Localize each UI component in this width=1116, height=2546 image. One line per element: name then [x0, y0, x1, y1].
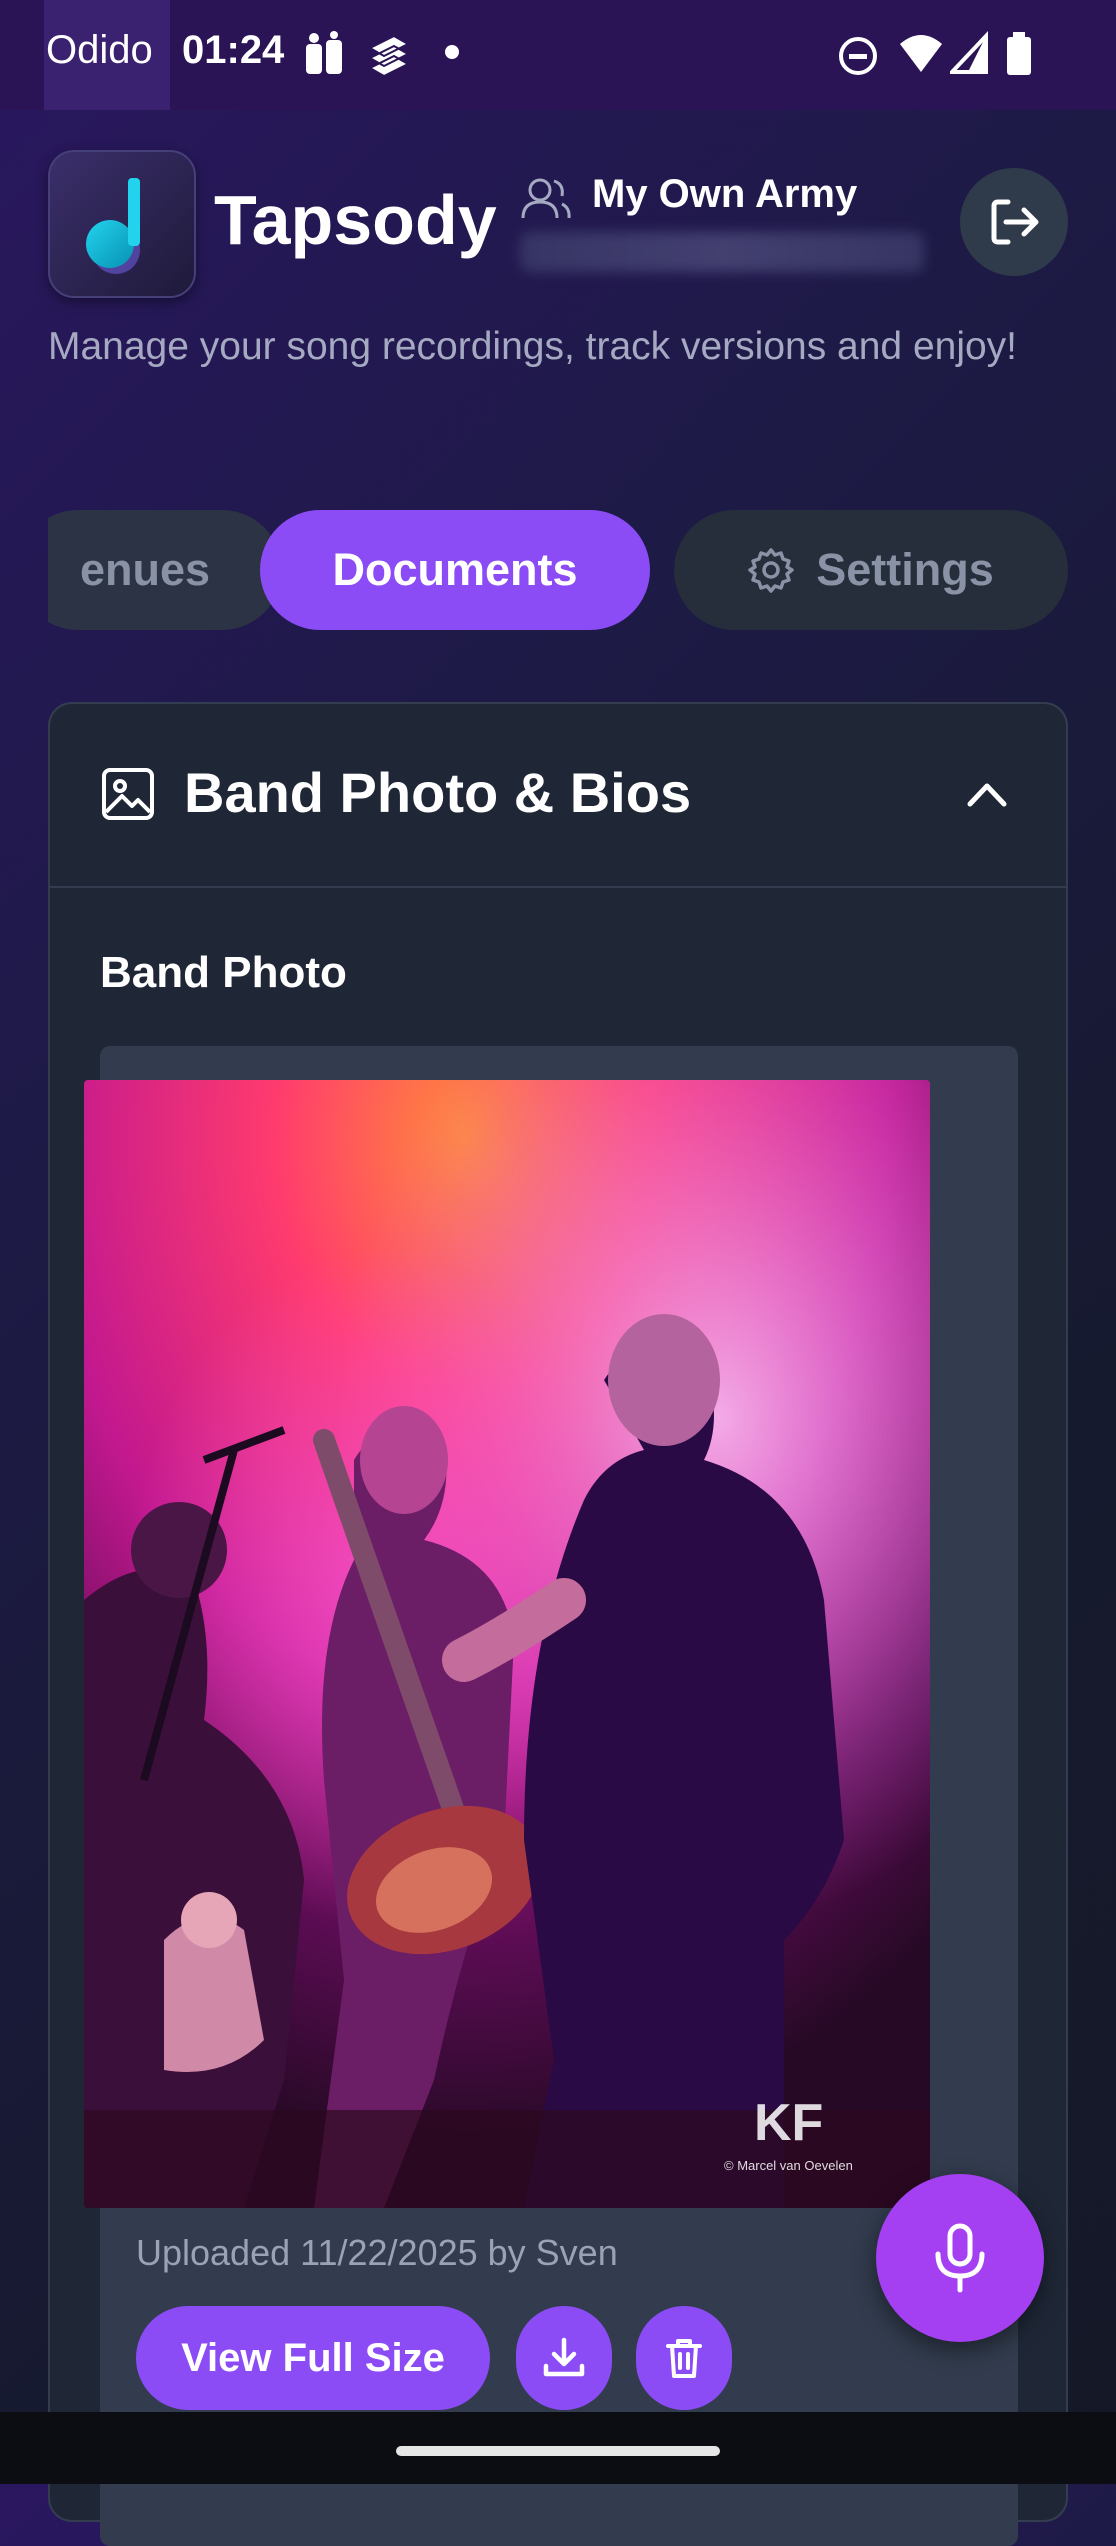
- view-full-size-button[interactable]: View Full Size: [136, 2306, 490, 2410]
- card-header[interactable]: Band Photo & Bios: [50, 704, 1066, 888]
- app-name: Tapsody: [214, 181, 497, 259]
- tab-label: Settings: [816, 544, 994, 595]
- account-email-redacted: [520, 232, 924, 272]
- trash-icon: [666, 2339, 702, 2378]
- app-logo: [48, 150, 196, 298]
- tab-bar[interactable]: enues Documents Settings: [48, 510, 1068, 630]
- tab-label: enues: [79, 544, 210, 595]
- dot-icon: [445, 45, 459, 59]
- do-not-disturb-icon: [839, 37, 877, 75]
- delete-button[interactable]: [636, 2306, 732, 2410]
- microphone-icon: [935, 2223, 985, 2293]
- section-label: Band Photo: [100, 948, 347, 997]
- tab-documents[interactable]: Documents: [260, 510, 650, 630]
- status-bar: Odido 01:24: [0, 0, 1116, 110]
- signal-icon: [950, 30, 988, 74]
- notification-app-icon: [306, 31, 342, 74]
- wifi-icon: [900, 35, 942, 72]
- download-button[interactable]: [516, 2306, 612, 2410]
- clock: 01:24: [182, 28, 285, 72]
- card-title: Band Photo & Bios: [184, 761, 692, 824]
- music-note-icon: [86, 178, 140, 274]
- band-photo[interactable]: KF © Marcel van Oevelen: [84, 1080, 930, 2208]
- upload-meta: Uploaded 11/22/2025 by Sven: [136, 2232, 618, 2273]
- tab-venues[interactable]: enues: [48, 510, 282, 630]
- tagline: Manage your song recordings, track versi…: [48, 325, 1018, 368]
- photo-watermark: KF: [754, 2094, 823, 2152]
- band-photo-image: KF © Marcel van Oevelen: [84, 1080, 930, 2208]
- tab-label: Documents: [332, 544, 578, 595]
- stack-app-icon: [367, 34, 411, 78]
- gear-icon: [748, 547, 794, 593]
- users-icon: [521, 178, 571, 219]
- download-icon: [543, 2337, 585, 2377]
- tab-settings[interactable]: Settings: [674, 510, 1068, 630]
- record-fab[interactable]: [876, 2174, 1044, 2342]
- chevron-up-icon[interactable]: [964, 774, 1010, 814]
- logout-button[interactable]: [960, 168, 1068, 276]
- view-full-size-label: View Full Size: [181, 2335, 445, 2380]
- image-icon: [102, 768, 154, 820]
- battery-icon: [1007, 32, 1031, 75]
- band-name[interactable]: My Own Army: [592, 172, 857, 217]
- carrier-label: Odido: [46, 28, 153, 72]
- home-gesture-handle[interactable]: [396, 2446, 720, 2456]
- logout-icon: [991, 199, 1039, 245]
- photo-credit: © Marcel van Oevelen: [724, 2158, 853, 2173]
